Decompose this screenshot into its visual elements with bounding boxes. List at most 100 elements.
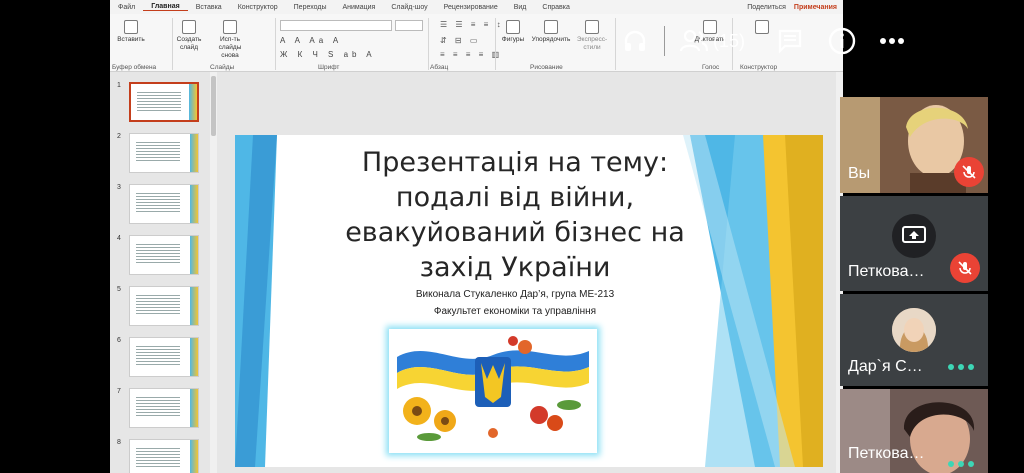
slide-thumbnail-8[interactable] bbox=[129, 439, 199, 473]
thumbnail-number: 2 bbox=[117, 133, 121, 140]
tab-view[interactable]: Вид bbox=[506, 4, 535, 11]
info-icon[interactable] bbox=[827, 26, 857, 56]
thumbnail-text bbox=[136, 242, 180, 264]
headphones-icon[interactable] bbox=[620, 26, 650, 56]
new-slide-label-2: слайд bbox=[179, 44, 199, 51]
quick-styles-button[interactable]: Экспресс-стили bbox=[572, 20, 612, 52]
title-line-4: захід України bbox=[419, 252, 611, 283]
group-separator bbox=[495, 18, 496, 70]
scrollbar-thumb[interactable] bbox=[211, 76, 216, 136]
chat-icon[interactable] bbox=[775, 26, 805, 56]
participant-name: Петкова… bbox=[848, 445, 925, 462]
slide-thumbnail-2[interactable] bbox=[129, 133, 199, 173]
slide-thumbnail-1[interactable] bbox=[129, 82, 199, 122]
current-slide[interactable]: Презентація на тему: подалі від війни, е… bbox=[235, 135, 823, 467]
thumbnail-number: 3 bbox=[117, 184, 121, 191]
meeting-screen: Файл Главная Вставка Конструктор Переход… bbox=[0, 0, 1024, 473]
quick-styles-label: Экспресс-стили bbox=[576, 36, 608, 51]
slide-thumbnail-3[interactable] bbox=[129, 184, 199, 224]
share-button[interactable]: Поделиться bbox=[747, 4, 786, 11]
thumbnail-text bbox=[136, 446, 180, 468]
group-separator bbox=[615, 18, 616, 70]
quick-styles-icon bbox=[585, 20, 599, 34]
title-line-2: подалі від війни, bbox=[395, 182, 635, 213]
thumbnail-text bbox=[136, 140, 180, 162]
speaking-indicator bbox=[948, 364, 974, 370]
thumbnail-number: 7 bbox=[117, 388, 121, 395]
group-designer-label: Конструктор bbox=[740, 64, 778, 71]
microphone-off-icon bbox=[954, 157, 984, 187]
present-screen-icon bbox=[892, 214, 936, 258]
font-format-row[interactable]: A A Aa A bbox=[280, 36, 342, 45]
more-options-icon[interactable] bbox=[877, 26, 907, 56]
font-style-row[interactable]: Ж К Ч S ab A bbox=[280, 50, 376, 59]
clipboard-icon bbox=[124, 20, 138, 34]
new-slide-button[interactable]: Создать слайд bbox=[174, 20, 204, 52]
participant-tile-self[interactable]: Вы bbox=[840, 97, 988, 193]
group-voice-label: Голос bbox=[702, 64, 720, 71]
slide-thumbnail-6[interactable] bbox=[129, 337, 199, 377]
thumbnail-decoration bbox=[190, 440, 198, 473]
thumbnail-text bbox=[136, 395, 180, 417]
new-slide-label-1: Создать bbox=[176, 36, 202, 43]
thumbnail-decoration bbox=[190, 389, 198, 427]
tab-slideshow[interactable]: Слайд-шоу bbox=[383, 4, 435, 11]
comments-button[interactable]: Примечания bbox=[794, 4, 837, 11]
tab-help[interactable]: Справка bbox=[534, 4, 577, 11]
shapes-button[interactable]: Фигуры bbox=[498, 20, 528, 44]
thumbnail-number: 6 bbox=[117, 337, 121, 344]
thumbnail-text bbox=[136, 293, 180, 315]
tab-file[interactable]: Файл bbox=[110, 4, 143, 11]
thumbnail-text bbox=[136, 344, 180, 366]
ukrainian-emblem-image bbox=[389, 329, 597, 453]
arrange-icon bbox=[544, 20, 558, 34]
reuse-label-1: Исп-ть bbox=[220, 36, 240, 43]
shapes-icon bbox=[506, 20, 520, 34]
arrange-button[interactable]: Упорядочить bbox=[530, 20, 572, 44]
thumbnail-number: 8 bbox=[117, 439, 121, 446]
meeting-top-controls: (15) bbox=[620, 26, 907, 56]
title-line-3: евакуйований бізнес на bbox=[345, 217, 685, 248]
font-size-select[interactable] bbox=[395, 20, 423, 31]
reuse-slides-icon bbox=[223, 20, 237, 34]
slide-title: Презентація на тему: подалі від війни, е… bbox=[305, 145, 725, 285]
paste-button[interactable]: Вставить bbox=[114, 20, 148, 44]
reuse-slides-button[interactable]: Исп-ть слайды снова bbox=[210, 20, 250, 60]
tab-transitions[interactable]: Переходы bbox=[286, 4, 335, 11]
thumbnail-decoration bbox=[190, 236, 198, 274]
participants-button[interactable]: (15) bbox=[679, 29, 745, 53]
title-line-1: Презентація на тему: bbox=[361, 147, 669, 178]
thumbnail-text bbox=[137, 90, 181, 112]
slide-thumbnail-5[interactable] bbox=[129, 286, 199, 326]
group-paragraph-label: Абзац bbox=[430, 64, 449, 71]
thumbnail-decoration bbox=[190, 185, 198, 223]
paragraph-align-row[interactable]: ≡ ≡ ≡ ≡ ▥ bbox=[440, 50, 502, 59]
font-family-select[interactable] bbox=[280, 20, 392, 31]
powerpoint-window: Файл Главная Вставка Конструктор Переход… bbox=[110, 0, 843, 473]
tab-design[interactable]: Конструктор bbox=[230, 4, 286, 11]
tab-insert[interactable]: Вставка bbox=[188, 4, 230, 11]
divider bbox=[664, 26, 665, 56]
thumbnail-decoration bbox=[190, 287, 198, 325]
flag-and-trident-illustration bbox=[397, 336, 589, 441]
group-drawing-label: Рисование bbox=[530, 64, 563, 71]
group-clipboard-label: Буфер обмена bbox=[112, 64, 157, 71]
participant-tile-presenter[interactable]: Петкова… bbox=[840, 196, 988, 291]
tab-animations[interactable]: Анимация bbox=[334, 4, 383, 11]
thumbnail-text bbox=[136, 191, 180, 213]
tab-review[interactable]: Рецензирование bbox=[436, 4, 506, 11]
people-icon bbox=[679, 29, 709, 52]
paragraph-direction-row[interactable]: ⇵ ⊟ ▭ bbox=[440, 36, 480, 45]
arrange-label: Упорядочить bbox=[531, 36, 571, 43]
thumbnail-scrollbar[interactable] bbox=[210, 72, 217, 473]
group-separator bbox=[172, 18, 173, 70]
slide-thumbnail-7[interactable] bbox=[129, 388, 199, 428]
thumbnail-decoration bbox=[190, 338, 198, 376]
participant-tile-petkova[interactable]: Петкова… bbox=[840, 389, 988, 473]
slide-faculty-line: Факультет економіки та управління bbox=[433, 306, 597, 317]
paste-label: Вставить bbox=[117, 36, 145, 43]
tab-home[interactable]: Главная bbox=[143, 3, 188, 11]
participant-tile-daria[interactable]: Дар`я С… bbox=[840, 294, 988, 386]
slide-thumbnail-4[interactable] bbox=[129, 235, 199, 275]
slide-thumbnail-pane: 1 2 3 4 5 6 7 8 bbox=[110, 72, 210, 473]
